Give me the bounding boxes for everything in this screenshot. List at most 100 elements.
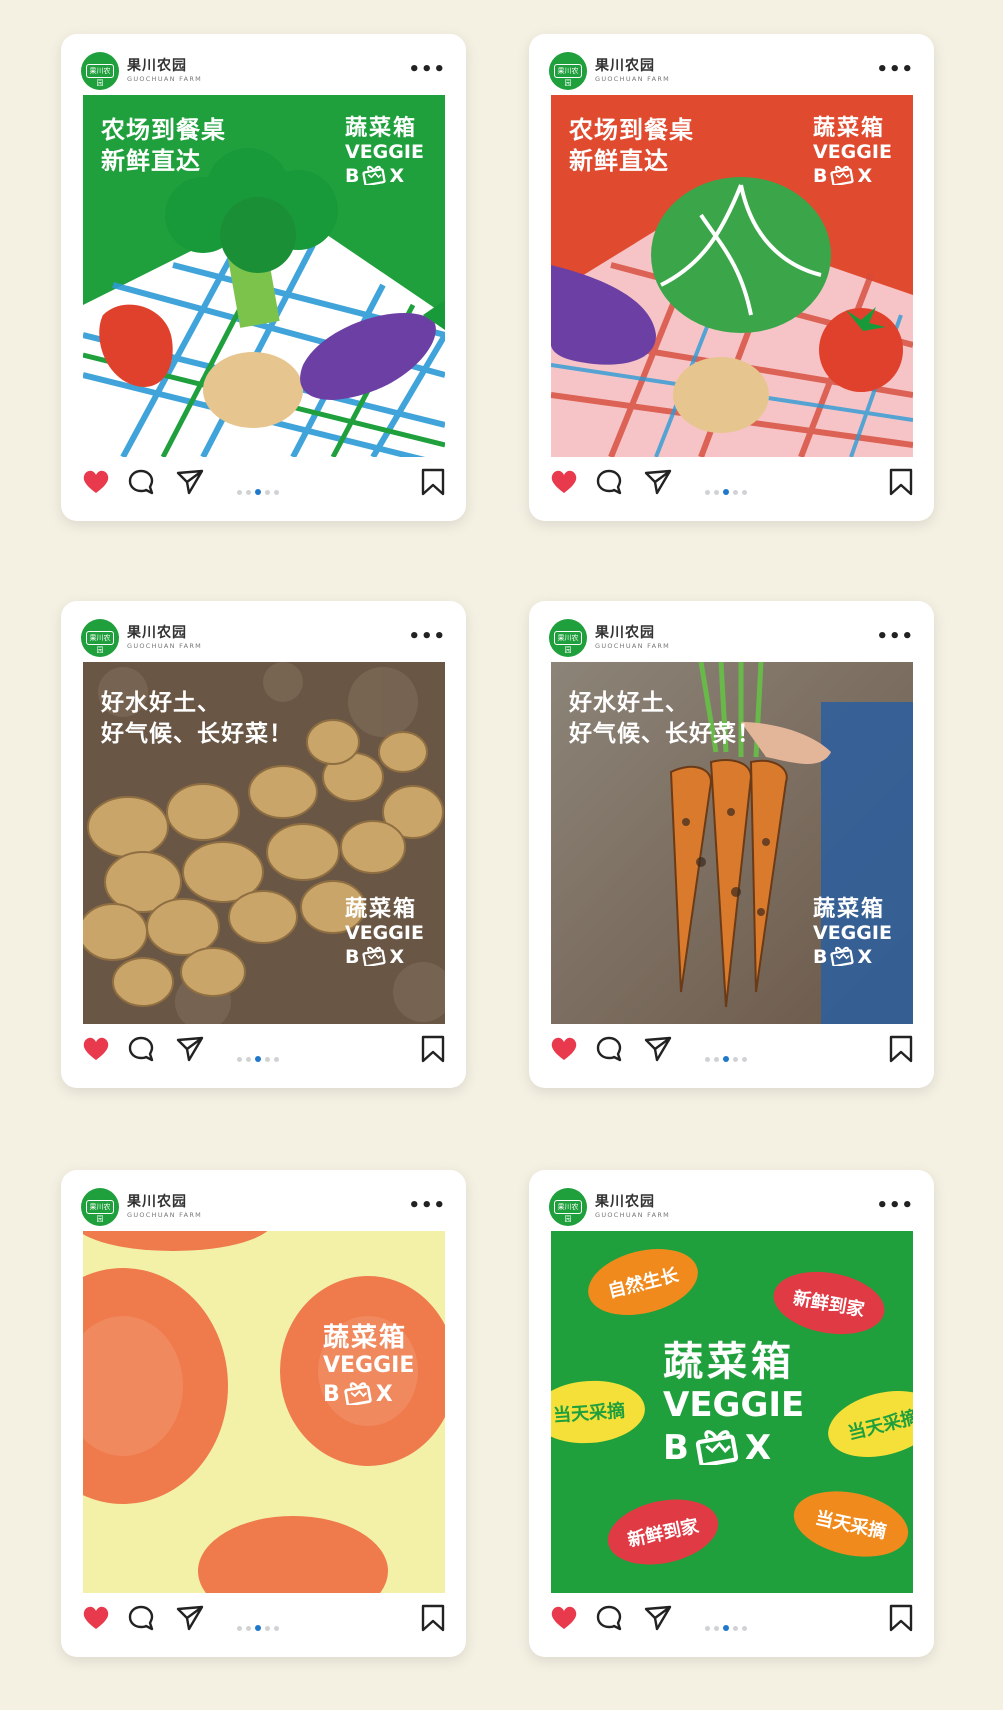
bookmark-icon[interactable] — [420, 1035, 446, 1063]
heart-icon[interactable] — [81, 1034, 111, 1064]
carousel-dots[interactable] — [705, 1047, 751, 1062]
share-icon[interactable] — [175, 1034, 205, 1064]
gift-box-icon — [827, 163, 857, 185]
comment-icon[interactable] — [595, 1603, 623, 1633]
post-header: 果川农园 果川农园 GUOCHUAN FARM ••• — [549, 1188, 914, 1226]
post-actions — [81, 1030, 446, 1068]
post-headline: 农场到餐桌 新鲜直达 — [101, 116, 226, 175]
share-icon[interactable] — [175, 1603, 205, 1633]
post-header: 果川农园 果川农园 GUOCHUAN FARM ••• — [81, 1188, 446, 1226]
heart-icon[interactable] — [81, 1603, 111, 1633]
post-actions — [549, 1599, 914, 1637]
post-actions — [81, 463, 446, 501]
sticker: 自然生长 — [581, 1238, 705, 1326]
brand-name-en: GUOCHUAN FARM — [127, 75, 203, 83]
heart-icon[interactable] — [549, 467, 579, 497]
post-headline: 好水好土、 好气候、长好菜！ — [569, 690, 761, 747]
brand-name-en: GUOCHUAN FARM — [595, 1211, 671, 1219]
share-icon[interactable] — [643, 1034, 673, 1064]
more-icon[interactable]: ••• — [408, 59, 446, 80]
farm-logo-icon[interactable]: 果川农园 — [549, 619, 587, 657]
post-image[interactable]: 蔬菜箱 VEGGIE BX — [83, 1231, 445, 1593]
sticker: 当天采摘 — [821, 1380, 913, 1468]
bookmark-icon[interactable] — [420, 468, 446, 496]
more-icon[interactable]: ••• — [408, 1195, 446, 1216]
gift-box-icon — [689, 1425, 745, 1465]
bookmark-icon[interactable] — [420, 1604, 446, 1632]
post-actions — [549, 463, 914, 501]
brand-name[interactable]: 果川农园 — [127, 622, 187, 642]
farm-logo-icon[interactable]: 果川农园 — [81, 52, 119, 90]
share-icon[interactable] — [643, 1603, 673, 1633]
more-icon[interactable]: ••• — [876, 626, 914, 647]
brand-name[interactable]: 果川农园 — [127, 55, 187, 75]
heart-icon[interactable] — [549, 1603, 579, 1633]
sticker: 新鲜到家 — [601, 1490, 725, 1574]
post-card-3: 果川农园 果川农园 GUOCHUAN FARM ••• 好水好土、 好气候、长好… — [61, 601, 466, 1088]
post-card-6: 果川农园 果川农园 GUOCHUAN FARM ••• 自然生长 新鲜到家 当天… — [529, 1170, 934, 1657]
brand-name-en: GUOCHUAN FARM — [595, 642, 671, 650]
post-actions — [549, 1030, 914, 1068]
post-headline: 好水好土、 好气候、长好菜！ — [101, 690, 293, 747]
brand-name-en: GUOCHUAN FARM — [595, 75, 671, 83]
veggie-box-logo: 蔬菜箱 VEGGIE BX — [813, 897, 892, 968]
farm-logo-icon[interactable]: 果川农园 — [549, 52, 587, 90]
brand-name[interactable]: 果川农园 — [595, 622, 655, 642]
post-header: 果川农园 果川农园 GUOCHUAN FARM ••• — [81, 619, 446, 657]
post-image[interactable]: 农场到餐桌 新鲜直达 蔬菜箱 VEGGIE BX — [551, 95, 913, 457]
carousel-dots[interactable] — [705, 480, 751, 495]
farm-logo-icon[interactable]: 果川农园 — [81, 1188, 119, 1226]
heart-icon[interactable] — [81, 467, 111, 497]
sticker: 当天采摘 — [787, 1481, 913, 1567]
post-image[interactable]: 自然生长 新鲜到家 当天采摘 当天采摘 新鲜到家 当天采摘 蔬菜箱 VEGGIE… — [551, 1231, 913, 1593]
bookmark-icon[interactable] — [888, 1604, 914, 1632]
gift-box-icon — [340, 1379, 376, 1405]
post-header: 果川农园 果川农园 GUOCHUAN FARM ••• — [549, 52, 914, 90]
veggie-box-logo: 蔬菜箱 VEGGIE BX — [345, 116, 424, 187]
post-card-5: 果川农园 果川农园 GUOCHUAN FARM ••• 蔬菜箱 VEGGIE B… — [61, 1170, 466, 1657]
carousel-dots[interactable] — [237, 480, 283, 495]
post-image[interactable]: 好水好土、 好气候、长好菜！ 蔬菜箱 VEGGIE BX — [551, 662, 913, 1024]
post-header: 果川农园 果川农园 GUOCHUAN FARM ••• — [81, 52, 446, 90]
veggie-box-logo: 蔬菜箱 VEGGIE BX — [813, 116, 892, 187]
brand-name[interactable]: 果川农园 — [127, 1191, 187, 1211]
more-icon[interactable]: ••• — [876, 59, 914, 80]
carousel-dots[interactable] — [237, 1047, 283, 1062]
post-card-4: 果川农园 果川农园 GUOCHUAN FARM ••• 好水好土、 好气候、长好… — [529, 601, 934, 1088]
brand-name[interactable]: 果川农园 — [595, 1191, 655, 1211]
sticker: 新鲜到家 — [768, 1263, 890, 1343]
carrot-slices-photo — [83, 1231, 445, 1593]
post-headline: 农场到餐桌 新鲜直达 — [569, 116, 694, 175]
comment-icon[interactable] — [595, 467, 623, 497]
veggie-box-logo: 蔬菜箱 VEGGIE BX — [663, 1339, 805, 1468]
comment-icon[interactable] — [595, 1034, 623, 1064]
farm-logo-icon[interactable]: 果川农园 — [549, 1188, 587, 1226]
share-icon[interactable] — [175, 467, 205, 497]
brand-name[interactable]: 果川农园 — [595, 55, 655, 75]
post-image[interactable]: 农场到餐桌 新鲜直达 蔬菜箱 VEGGIE BX — [83, 95, 445, 457]
comment-icon[interactable] — [127, 467, 155, 497]
comment-icon[interactable] — [127, 1034, 155, 1064]
post-card-2: 果川农园 果川农园 GUOCHUAN FARM ••• 农场到餐桌 新鲜直达 蔬… — [529, 34, 934, 521]
veggie-box-logo: 蔬菜箱 VEGGIE BX — [323, 1323, 415, 1407]
post-image[interactable]: 好水好土、 好气候、长好菜！ 蔬菜箱 VEGGIE BX — [83, 662, 445, 1024]
more-icon[interactable]: ••• — [876, 1195, 914, 1216]
gift-box-icon — [827, 944, 857, 966]
post-header: 果川农园 果川农园 GUOCHUAN FARM ••• — [549, 619, 914, 657]
share-icon[interactable] — [643, 467, 673, 497]
carousel-dots[interactable] — [237, 1616, 283, 1631]
more-icon[interactable]: ••• — [408, 626, 446, 647]
comment-icon[interactable] — [127, 1603, 155, 1633]
heart-icon[interactable] — [549, 1034, 579, 1064]
gift-box-icon — [359, 944, 389, 966]
post-actions — [81, 1599, 446, 1637]
sticker: 当天采摘 — [551, 1377, 648, 1447]
veggie-box-logo: 蔬菜箱 VEGGIE BX — [345, 897, 424, 968]
bookmark-icon[interactable] — [888, 468, 914, 496]
gift-box-icon — [359, 163, 389, 185]
carousel-dots[interactable] — [705, 1616, 751, 1631]
farm-logo-icon[interactable]: 果川农园 — [81, 619, 119, 657]
bookmark-icon[interactable] — [888, 1035, 914, 1063]
brand-name-en: GUOCHUAN FARM — [127, 1211, 203, 1219]
post-card-1: 果川农园 果川农园 GUOCHUAN FARM ••• 农场到餐桌 新鲜直达 蔬… — [61, 34, 466, 521]
